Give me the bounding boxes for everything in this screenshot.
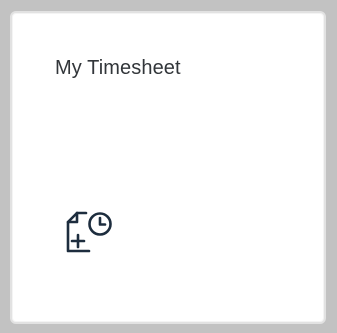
my-timesheet-tile[interactable]: My Timesheet [10, 11, 326, 324]
tile-title: My Timesheet [55, 57, 181, 79]
timesheet-add-clock-icon [64, 209, 112, 257]
